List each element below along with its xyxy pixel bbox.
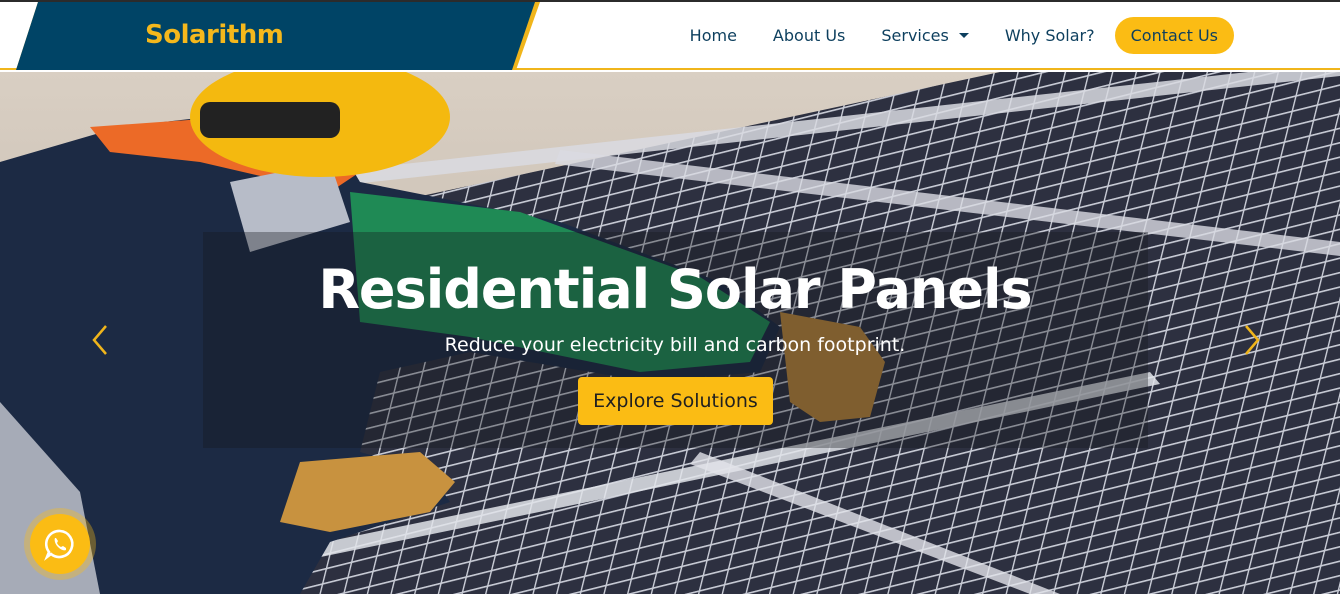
whatsapp-icon — [44, 529, 74, 561]
whatsapp-button-inner — [30, 514, 90, 574]
navbar: Solarithm Home About Us Services Why Sol… — [0, 2, 1340, 70]
hero-subtitle: Reduce your electricity bill and carbon … — [444, 334, 906, 356]
caret-down-icon — [958, 33, 969, 38]
nav-services-label: Services — [881, 26, 949, 45]
hero-carousel: Residential Solar Panels Reduce your ele… — [0, 72, 1340, 594]
carousel-next-button[interactable] — [1236, 322, 1266, 358]
chevron-left-icon — [92, 325, 107, 355]
carousel-prev-button[interactable] — [86, 322, 116, 358]
nav-home[interactable]: Home — [672, 16, 755, 55]
chevron-right-icon — [1245, 325, 1260, 355]
nav-why-solar[interactable]: Why Solar? — [987, 16, 1113, 55]
contact-us-button[interactable]: Contact Us — [1114, 17, 1234, 54]
hero-title: Residential Solar Panels — [318, 258, 1032, 321]
main-nav: Home About Us Services Why Solar? Contac… — [672, 16, 1234, 55]
brand-logo[interactable]: Solarithm — [145, 20, 284, 50]
explore-solutions-button[interactable]: Explore Solutions — [578, 377, 773, 425]
nav-services[interactable]: Services — [863, 16, 986, 55]
whatsapp-button[interactable] — [24, 508, 96, 580]
nav-about[interactable]: About Us — [755, 16, 863, 55]
